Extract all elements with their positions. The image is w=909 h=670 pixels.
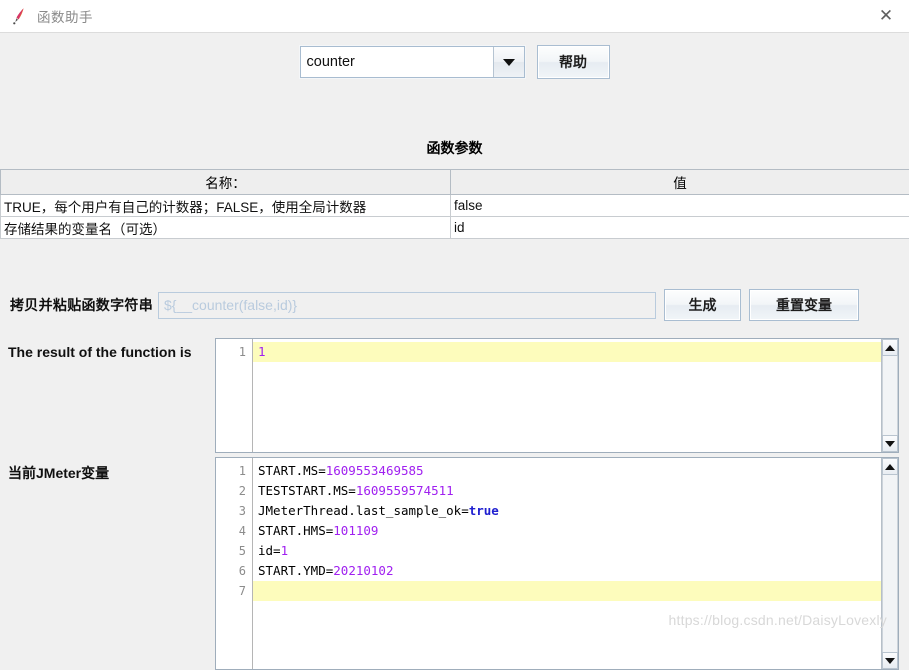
result-gutter: 1 [216, 339, 253, 452]
function-params-title: 函数参数 [0, 138, 909, 158]
scrollbar-track[interactable] [882, 356, 898, 435]
line-number: 5 [216, 541, 252, 561]
copy-paste-label: 拷贝并粘贴函数字符串 [10, 295, 153, 315]
result-code-area[interactable]: 1 [253, 339, 881, 452]
variable-value: true [469, 503, 499, 518]
code-line: START.MS=1609553469585 [253, 461, 881, 481]
window-titlebar: 函数助手 ✕ [0, 0, 909, 33]
result-scrollbar[interactable] [881, 339, 898, 452]
param-name-cell[interactable]: 存储结果的变量名（可选） [1, 217, 451, 239]
variable-key: TESTSTART.MS= [258, 483, 356, 498]
function-string-input[interactable]: ${__counter(false,id)} [158, 292, 656, 319]
column-header-name[interactable]: 名称： [1, 170, 451, 195]
variable-value: 20210102 [333, 563, 393, 578]
code-line: 1 [253, 342, 881, 362]
variable-key: START.MS= [258, 463, 326, 478]
function-selector-row: counter 帮助 [0, 33, 909, 91]
scrollbar-track[interactable] [882, 475, 898, 652]
chevron-down-icon[interactable] [493, 47, 524, 77]
table-header-row: 名称： 值 [1, 170, 909, 195]
line-number: 1 [216, 342, 252, 362]
dialog-content: counter 帮助 函数参数 名称： 值 TRUE，每个用户有自己的计数器；F… [0, 33, 909, 638]
variable-key: START.HMS= [258, 523, 333, 538]
param-value-cell[interactable]: false [451, 195, 909, 217]
table-row[interactable]: 存储结果的变量名（可选） id [1, 217, 909, 239]
scroll-down-icon[interactable] [882, 435, 898, 452]
param-value-cell[interactable]: id [451, 217, 909, 239]
jmeter-variables-label: 当前JMeter变量 [8, 463, 109, 483]
result-editor[interactable]: 1 1 [215, 338, 899, 453]
window-title: 函数助手 [37, 6, 93, 26]
variable-value: 1609553469585 [326, 463, 424, 478]
line-number: 6 [216, 561, 252, 581]
line-number: 4 [216, 521, 252, 541]
line-number: 2 [216, 481, 252, 501]
scroll-up-icon[interactable] [882, 458, 898, 475]
variable-key: START.YMD= [258, 563, 333, 578]
variable-value: 101109 [333, 523, 378, 538]
code-line: START.HMS=101109 [253, 521, 881, 541]
function-select-value: counter [301, 47, 493, 77]
line-number: 3 [216, 501, 252, 521]
column-header-value[interactable]: 值 [451, 170, 909, 195]
line-number: 1 [216, 461, 252, 481]
param-name-cell[interactable]: TRUE，每个用户有自己的计数器；FALSE，使用全局计数器 [1, 195, 451, 217]
variables-gutter: 1 2 3 4 5 6 7 [216, 458, 253, 669]
variable-key: JMeterThread.last_sample_ok= [258, 503, 469, 518]
function-select[interactable]: counter [300, 46, 525, 78]
variables-code-area[interactable]: START.MS=1609553469585 TESTSTART.MS=1609… [253, 458, 881, 669]
help-button[interactable]: 帮助 [537, 45, 610, 79]
jmeter-feather-icon [10, 7, 28, 25]
variable-value: 1 [281, 543, 289, 558]
close-icon[interactable]: ✕ [863, 0, 909, 32]
code-line: JMeterThread.last_sample_ok=true [253, 501, 881, 521]
variable-value: 1609559574511 [356, 483, 454, 498]
code-line: TESTSTART.MS=1609559574511 [253, 481, 881, 501]
code-line: id=1 [253, 541, 881, 561]
result-label: The result of the function is [8, 344, 192, 360]
generate-button[interactable]: 生成 [664, 289, 741, 321]
result-value: 1 [258, 344, 266, 359]
jmeter-variables-editor[interactable]: 1 2 3 4 5 6 7 START.MS=1609553469585 TES… [215, 457, 899, 670]
function-params-table: 名称： 值 TRUE，每个用户有自己的计数器；FALSE，使用全局计数器 fal… [0, 169, 909, 239]
variables-scrollbar[interactable] [881, 458, 898, 669]
copy-paste-row: 拷贝并粘贴函数字符串 ${__counter(false,id)} 生成 重置变… [0, 286, 909, 324]
line-number: 7 [216, 581, 252, 601]
reset-variables-button[interactable]: 重置变量 [749, 289, 859, 321]
scroll-down-icon[interactable] [882, 652, 898, 669]
code-line: START.YMD=20210102 [253, 561, 881, 581]
code-line [253, 581, 881, 601]
table-row[interactable]: TRUE，每个用户有自己的计数器；FALSE，使用全局计数器 false [1, 195, 909, 217]
scroll-up-icon[interactable] [882, 339, 898, 356]
variable-key: id= [258, 543, 281, 558]
